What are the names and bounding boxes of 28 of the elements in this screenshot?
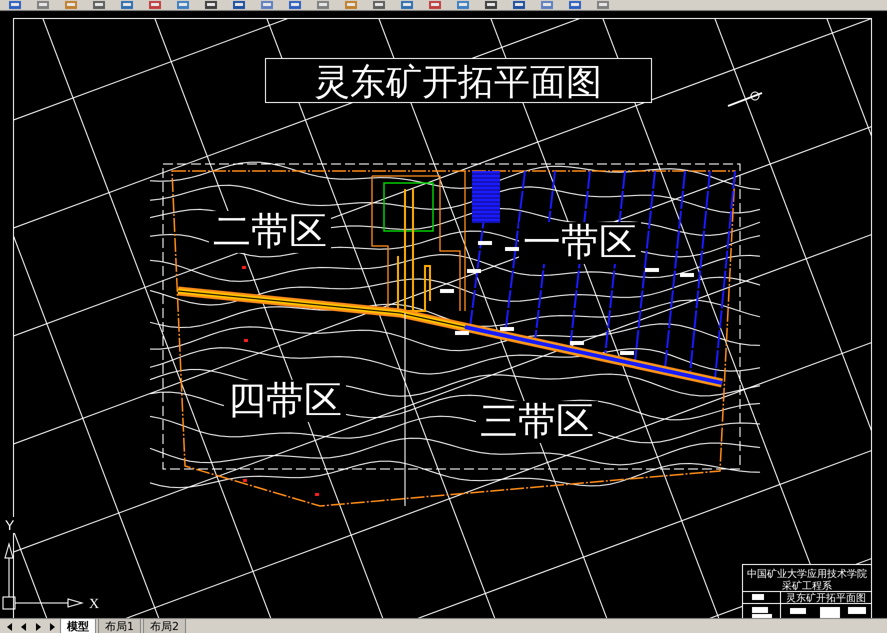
toolbar-button-icon[interactable] (512, 1, 526, 9)
layout-tab[interactable]: 布局2 (143, 619, 186, 633)
toolbar-button-icon[interactable] (92, 1, 106, 9)
toolbar-button-icon[interactable] (148, 1, 162, 9)
ucs-axes-icon (2, 542, 84, 610)
toolbar-button-icon[interactable] (484, 1, 498, 9)
toolbar-button-icon[interactable] (568, 1, 582, 9)
toolbar-button-icon[interactable] (204, 1, 218, 9)
drawing-name: 灵东矿开拓平面图 (786, 593, 866, 604)
x-axis-label: X (88, 597, 100, 612)
toolbar-button-icon[interactable] (120, 1, 134, 9)
toolbar-button-icon[interactable] (232, 1, 246, 9)
toolbar-button-icon[interactable] (372, 1, 386, 9)
zone-label: 四带区 (224, 380, 346, 422)
layout-tab[interactable]: 模型 (60, 619, 96, 633)
institution-name: 中国矿业大学应用技术学院 (747, 569, 867, 580)
drawing-title: 灵东矿开拓平面图 (314, 62, 602, 102)
zone-label: 一带区 (519, 222, 641, 264)
toolbar-button-icon[interactable] (288, 1, 302, 9)
layout-tab[interactable]: 布局1 (98, 619, 141, 633)
zone-label: 二带区 (209, 211, 331, 253)
toolbar-button-icon[interactable] (400, 1, 414, 9)
y-axis-label: Y (4, 517, 16, 533)
zone-label: 三带区 (476, 401, 598, 443)
north-arrow-icon (728, 92, 762, 107)
department-name: 采矿工程系 (782, 581, 832, 592)
toolbar-button-icon[interactable] (8, 1, 22, 9)
toolbar-button-icon[interactable] (428, 1, 442, 9)
